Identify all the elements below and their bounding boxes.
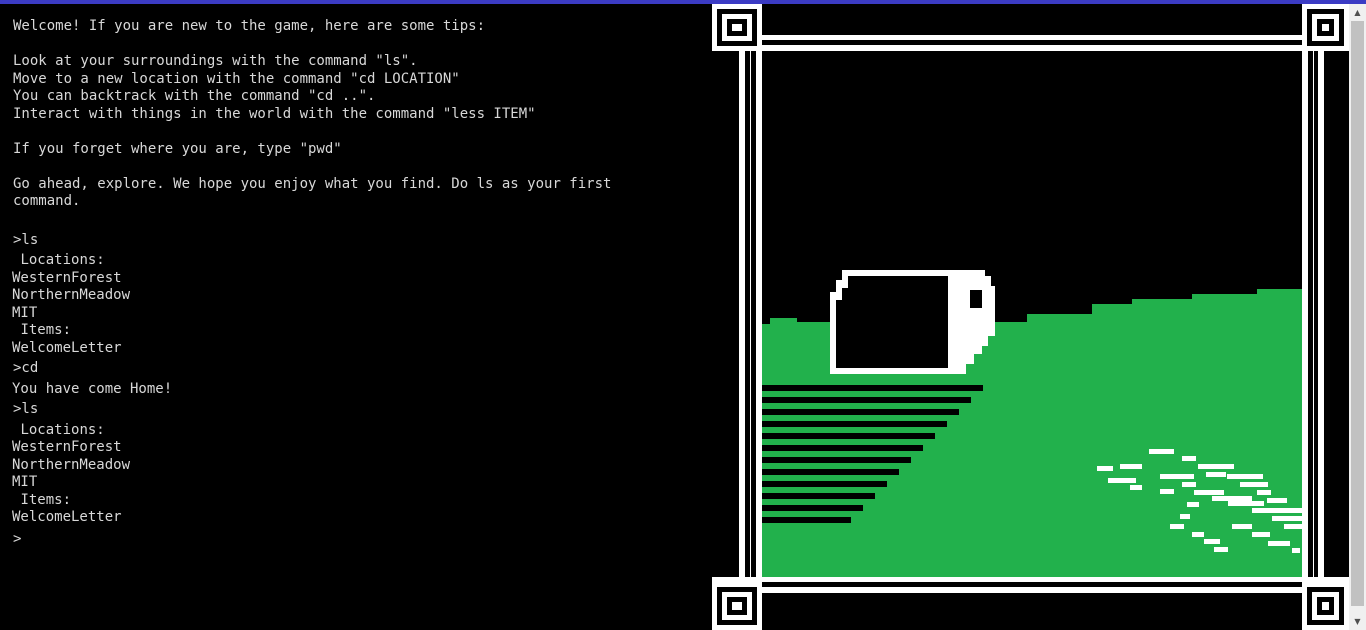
intro-pwd-tip: If you forget where you are, type "pwd" bbox=[13, 140, 342, 157]
intro-welcome: Welcome! If you are new to the game, her… bbox=[13, 18, 486, 34]
history-output: Locations: WesternForest NorthernMeadow … bbox=[12, 421, 131, 526]
scene-panel bbox=[712, 4, 1349, 630]
home-scene-illustration bbox=[712, 4, 1349, 630]
intro-explore: Go ahead, explore. We hope you enjoy wha… bbox=[13, 175, 612, 210]
command-input[interactable]: > bbox=[13, 531, 653, 549]
history-command: >cd bbox=[13, 360, 39, 376]
history-entry: >cd You have come Home! bbox=[12, 360, 653, 398]
intro-command-tips: Look at your surroundings with the comma… bbox=[13, 53, 536, 122]
scrollbar-thumb[interactable] bbox=[1351, 21, 1364, 606]
history-command: >ls bbox=[13, 401, 39, 417]
history-command: >ls bbox=[13, 231, 39, 248]
command-history: >ls Locations: WesternForest NorthernMea… bbox=[12, 231, 653, 527]
terminal-panel[interactable]: Welcome! If you are new to the game, her… bbox=[0, 4, 712, 630]
prompt-symbol: > bbox=[13, 530, 22, 547]
scroll-down-icon[interactable]: ▼ bbox=[1349, 613, 1366, 630]
scroll-up-icon[interactable]: ▲ bbox=[1349, 4, 1366, 21]
history-entry: >ls Locations: WesternForest NorthernMea… bbox=[12, 231, 653, 358]
history-output: You have come Home! bbox=[12, 380, 173, 397]
history-output: Locations: WesternForest NorthernMeadow … bbox=[12, 252, 131, 356]
home-bed bbox=[830, 270, 995, 374]
history-entry: >ls Locations: WesternForest NorthernMea… bbox=[12, 401, 653, 527]
vertical-scrollbar[interactable]: ▲ ▼ bbox=[1349, 4, 1366, 630]
